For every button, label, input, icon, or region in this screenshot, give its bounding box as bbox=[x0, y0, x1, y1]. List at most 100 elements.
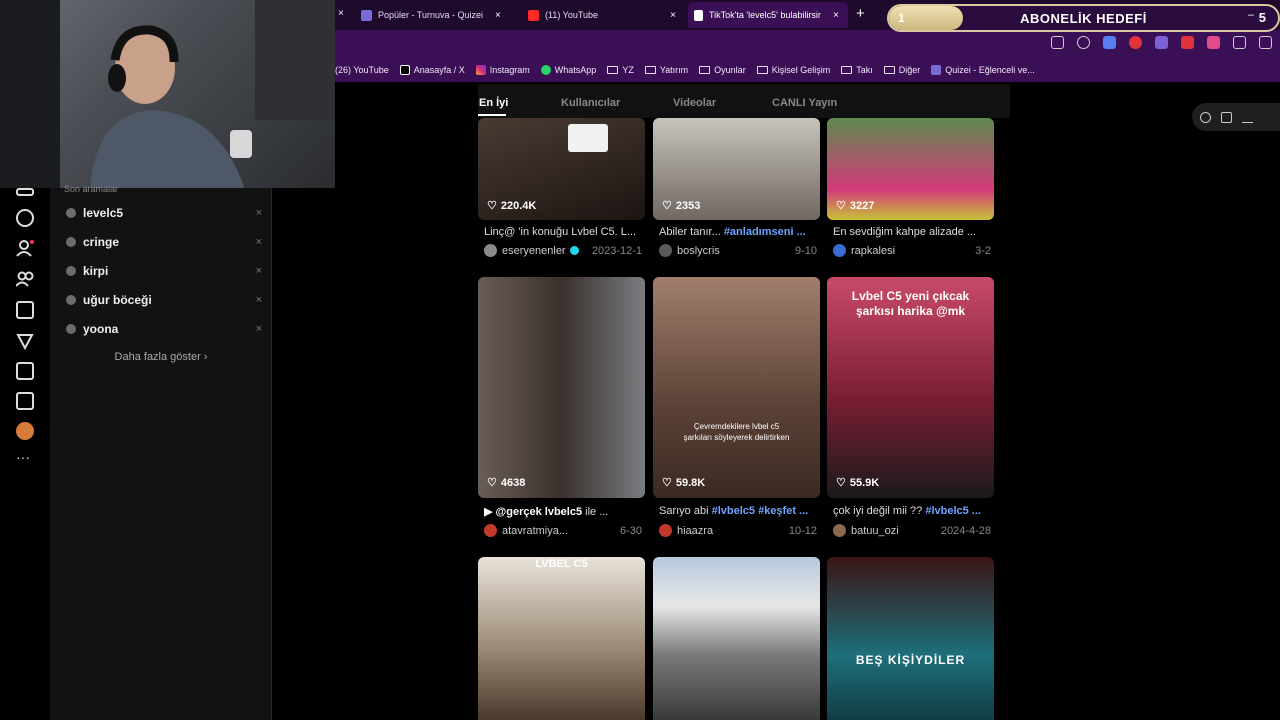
more-icon[interactable]: ··· bbox=[16, 450, 34, 470]
extension-pink-icon[interactable] bbox=[1207, 36, 1220, 49]
bookmark-youtube[interactable]: (26) YouTube bbox=[335, 65, 389, 75]
extensions-puzzle-icon[interactable] bbox=[1233, 36, 1246, 49]
streamer-figure bbox=[90, 25, 252, 188]
likes-value: 55.9K bbox=[849, 476, 880, 489]
video-author-row[interactable]: hiaazra 10-12 bbox=[659, 524, 817, 537]
browser-tab-tiktok[interactable]: TikTok'ta 'levelc5' bulabilirsiniz × bbox=[688, 2, 848, 28]
bookmark-folder-oyunlar[interactable]: Oyunlar bbox=[699, 65, 746, 75]
video-caption[interactable]: En sevdiğim kahpe alizade ... bbox=[833, 226, 993, 238]
explore-icon[interactable] bbox=[16, 209, 34, 227]
clock-icon bbox=[66, 295, 76, 305]
heart-icon: ♡ bbox=[662, 200, 672, 212]
history-item-levelc5[interactable]: levelc5 × bbox=[66, 203, 262, 223]
tab-top[interactable]: En İyi bbox=[479, 97, 508, 109]
history-item-label: uğur böceği bbox=[83, 293, 152, 307]
video-overlay-text: BEŞ KİŞİYDİLER bbox=[855, 653, 966, 667]
video-author-row[interactable]: eseryenenler 2023-12-1 bbox=[484, 244, 642, 257]
tab-videos[interactable]: Videolar bbox=[673, 97, 716, 109]
verified-badge-icon bbox=[569, 246, 579, 255]
history-item-yoona[interactable]: yoona × bbox=[66, 319, 262, 339]
heart-icon: ♡ bbox=[487, 200, 497, 212]
video-author-row[interactable]: rapkalesi 3-2 bbox=[833, 244, 991, 257]
following-icon[interactable] bbox=[16, 239, 34, 257]
bookmark-x[interactable]: Anasayfa / X bbox=[399, 65, 465, 75]
tab-label: (11) YouTube bbox=[545, 10, 599, 20]
remove-icon[interactable]: × bbox=[256, 323, 262, 335]
video-author-row[interactable]: atavratmiya... 6-30 bbox=[484, 524, 642, 537]
goal-end-value: 5 bbox=[1258, 10, 1266, 25]
bookmark-folder-kisisel[interactable]: Kişisel Gelişim bbox=[756, 65, 830, 75]
search-history-panel: Son aramalar levelc5 × cringe × kirpi × … bbox=[50, 184, 272, 720]
show-more-button[interactable]: Daha fazla göster › bbox=[50, 351, 272, 363]
bookmark-instagram[interactable]: Instagram bbox=[475, 65, 530, 75]
history-item-cringe[interactable]: cringe × bbox=[66, 232, 262, 252]
close-icon[interactable]: × bbox=[833, 10, 839, 21]
tab-live[interactable]: CANLI Yayın bbox=[772, 97, 837, 109]
bookmark-whatsapp[interactable]: WhatsApp bbox=[540, 65, 596, 75]
bookmark-folder-yatirim[interactable]: Yatırım bbox=[644, 65, 688, 75]
close-icon[interactable]: × bbox=[670, 10, 676, 21]
browser-tab-youtube[interactable]: (11) YouTube × bbox=[522, 4, 682, 26]
remove-icon[interactable]: × bbox=[256, 207, 262, 219]
new-tab-button[interactable]: + bbox=[856, 5, 865, 22]
bookmark-folder-taki[interactable]: Takı bbox=[841, 65, 873, 75]
tab-users[interactable]: Kullanıcılar bbox=[561, 97, 620, 109]
inbox-icon[interactable] bbox=[16, 332, 34, 351]
bookmark-quizei[interactable]: Quizei - Eğlenceli ve... bbox=[931, 65, 1035, 75]
upload-icon[interactable] bbox=[16, 392, 34, 410]
video-caption[interactable]: Abiler tanır... #anladımseni ... bbox=[659, 226, 819, 238]
video-thumbnail[interactable]: LVBEL C5 bbox=[478, 557, 645, 720]
video-thumbnail[interactable]: Çevremdekilere lvbel c5 şarkıları söyley… bbox=[653, 277, 820, 498]
close-icon[interactable]: × bbox=[495, 10, 501, 21]
star-icon[interactable] bbox=[1077, 36, 1090, 49]
video-thumbnail[interactable]: BEŞ KİŞİYDİLER bbox=[827, 557, 994, 720]
remove-icon[interactable]: × bbox=[256, 265, 262, 277]
heart-icon: ♡ bbox=[836, 200, 846, 212]
video-thumbnail[interactable]: Lvbel C5 yeni çıkcak şarkısı harika @mk bbox=[827, 277, 994, 498]
live-icon[interactable] bbox=[16, 301, 34, 319]
like-count: ♡ 3227 bbox=[836, 199, 874, 213]
bookmark-label: YZ bbox=[622, 65, 634, 75]
folder-icon bbox=[644, 66, 656, 74]
video-caption[interactable]: ▶ @gerçek lvbelc5 ile ... bbox=[484, 505, 644, 518]
bookmark-folder-yz[interactable]: YZ bbox=[607, 65, 634, 75]
video-caption[interactable]: Sarıyo abi #lvbelc5 #keşfet ... bbox=[659, 505, 819, 517]
phone-icon[interactable] bbox=[1221, 111, 1232, 123]
remove-icon[interactable]: × bbox=[256, 236, 262, 248]
caption-text: çok iyi değil mii ?? bbox=[833, 505, 926, 517]
video-author-row[interactable]: batuu_ozi 2024-4-28 bbox=[833, 524, 991, 537]
hashtags[interactable]: #anladımseni ... bbox=[724, 226, 806, 238]
tab-close-icon[interactable]: × bbox=[338, 8, 344, 19]
extension-pen-icon[interactable] bbox=[1155, 36, 1168, 49]
extension-translate-icon[interactable] bbox=[1103, 36, 1116, 49]
hashtags[interactable]: #lvbelc5 ... bbox=[925, 505, 981, 517]
video-thumbnail[interactable] bbox=[653, 557, 820, 720]
folder-icon bbox=[841, 66, 853, 74]
profile-avatar-icon[interactable] bbox=[16, 422, 34, 440]
video-author-row[interactable]: boslycris 9-10 bbox=[659, 244, 817, 257]
reading-list-icon[interactable] bbox=[1259, 36, 1272, 49]
home-icon[interactable] bbox=[16, 188, 34, 196]
extension-tag-icon[interactable] bbox=[1181, 36, 1194, 49]
folder-icon bbox=[607, 66, 619, 74]
install-icon[interactable] bbox=[1051, 36, 1064, 49]
caption-text: Abiler tanır... bbox=[659, 226, 724, 238]
browser-tab-quizei[interactable]: Popüler - Turnuva - Quizei × bbox=[355, 4, 520, 26]
caption-suffix: ile ... bbox=[582, 506, 609, 518]
goal-dash: – bbox=[1247, 9, 1254, 21]
friends-icon[interactable] bbox=[15, 270, 34, 288]
video-caption[interactable]: Linç@ 'in konuğu Lvbel C5. L... bbox=[484, 226, 644, 238]
compass-icon[interactable] bbox=[1200, 111, 1211, 123]
hashtags[interactable]: #lvbelc5 #keşfet ... bbox=[712, 505, 809, 517]
bookmark-folder-diger[interactable]: Diğer bbox=[883, 65, 920, 75]
download-icon[interactable] bbox=[1242, 112, 1253, 123]
history-item-kirpi[interactable]: kirpi × bbox=[66, 261, 262, 281]
history-item-ugur-bocegi[interactable]: uğur böceği × bbox=[66, 290, 262, 310]
remove-icon[interactable]: × bbox=[256, 294, 262, 306]
like-count: ♡ 4638 bbox=[487, 476, 525, 490]
video-thumbnail[interactable] bbox=[478, 277, 645, 498]
video-caption[interactable]: çok iyi değil mii ?? #lvbelc5 ... bbox=[833, 505, 993, 517]
webcam-chair bbox=[0, 0, 60, 188]
extension-red-icon[interactable] bbox=[1129, 36, 1142, 49]
messages-icon[interactable] bbox=[16, 362, 34, 380]
